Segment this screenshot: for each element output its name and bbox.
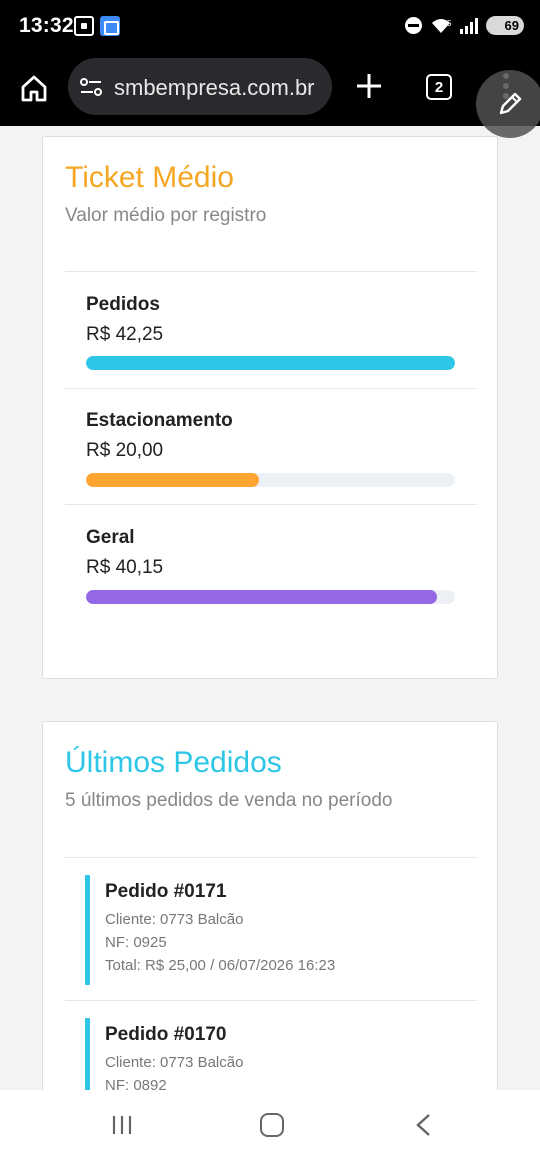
progress-fill: [86, 356, 455, 370]
url-bar[interactable]: smbempresa.com.br: [68, 58, 332, 115]
system-nav-bar: [0, 1090, 540, 1158]
ticket-medio-card: Ticket Médio Valor médio por registro Pe…: [42, 136, 498, 679]
home-button-icon[interactable]: [260, 1113, 284, 1137]
order-client: Cliente: 0773 Balcão: [105, 911, 244, 928]
divider: [65, 504, 477, 505]
tabs-icon[interactable]: 2: [426, 74, 452, 100]
status-time: 13:32: [19, 14, 74, 37]
progress-bar-geral: [86, 590, 455, 604]
metric-value-geral: R$ 40,15: [86, 557, 164, 578]
order-item[interactable]: Pedido #0170 Cliente: 0773 Balcão NF: 08…: [85, 1018, 455, 1090]
card-title: Últimos Pedidos: [65, 746, 282, 779]
ultimos-pedidos-card: Últimos Pedidos 5 últimos pedidos de ven…: [42, 721, 498, 1090]
order-nf: NF: 0892: [105, 1077, 167, 1090]
new-tab-plus-icon[interactable]: [355, 72, 383, 100]
do-not-disturb-icon: [405, 17, 422, 34]
wifi-icon: 5: [432, 18, 452, 33]
card-title: Ticket Médio: [65, 161, 234, 194]
home-icon[interactable]: [20, 74, 48, 102]
browser-toolbar: smbempresa.com.br 2: [0, 52, 540, 126]
url-text[interactable]: smbempresa.com.br: [114, 75, 315, 101]
order-accent-bar: [85, 875, 90, 985]
progress-fill: [86, 473, 260, 487]
recent-apps-icon[interactable]: [111, 1114, 133, 1136]
status-bar: 13:32 5 69: [0, 0, 540, 52]
battery-icon: 69: [486, 16, 524, 35]
progress-bar-pedidos: [86, 356, 455, 370]
svg-text:5: 5: [447, 19, 452, 28]
back-icon[interactable]: [414, 1114, 432, 1136]
metric-label-geral: Geral: [86, 527, 135, 548]
order-accent-bar: [85, 1018, 90, 1090]
order-title: Pedido #0171: [105, 881, 227, 902]
order-item[interactable]: Pedido #0171 Cliente: 0773 Balcão NF: 09…: [85, 875, 455, 985]
page-content[interactable]: Ticket Médio Valor médio por registro Pe…: [0, 126, 540, 1090]
edit-pencil-icon[interactable]: [476, 70, 540, 138]
metric-label-pedidos: Pedidos: [86, 294, 160, 315]
card-subtitle: Valor médio por registro: [65, 205, 267, 226]
divider: [65, 271, 477, 272]
metric-label-estacionamento: Estacionamento: [86, 410, 233, 431]
tab-count: 2: [434, 78, 444, 96]
divider: [65, 857, 477, 858]
card-subtitle: 5 últimos pedidos de venda no período: [65, 790, 393, 811]
order-total: Total: R$ 25,00 / 06/07/2026 16:23: [105, 957, 336, 974]
gallery-icon: [100, 16, 120, 36]
metric-value-estacionamento: R$ 20,00: [86, 440, 164, 461]
divider: [65, 1000, 477, 1001]
order-title: Pedido #0170: [105, 1024, 227, 1045]
divider: [65, 388, 477, 389]
progress-bar-estacionamento: [86, 473, 455, 487]
battery-level: 69: [504, 18, 519, 33]
site-settings-icon[interactable]: [80, 77, 102, 97]
order-client: Cliente: 0773 Balcão: [105, 1054, 244, 1071]
screenshot-icon: [74, 16, 94, 36]
order-nf: NF: 0925: [105, 934, 167, 951]
metric-value-pedidos: R$ 42,25: [86, 324, 164, 345]
signal-icon: [460, 17, 478, 34]
progress-fill: [86, 590, 437, 604]
